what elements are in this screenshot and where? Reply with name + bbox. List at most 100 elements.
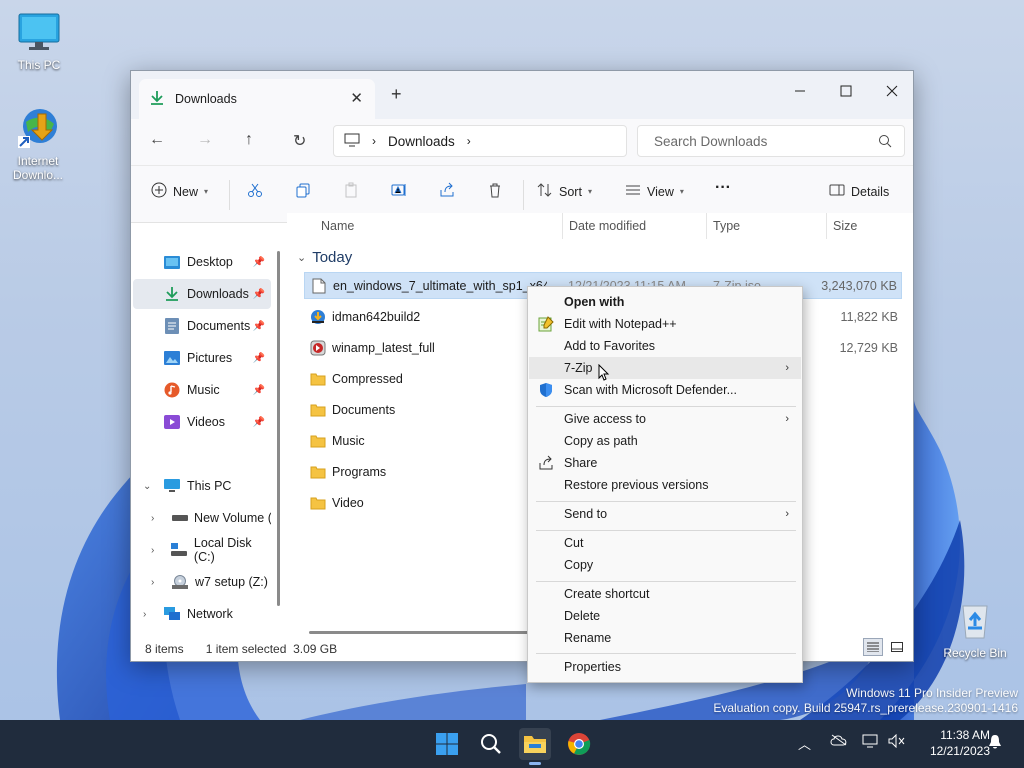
menu-item-properties[interactable]: Properties	[529, 656, 801, 678]
nav-item-w7-setup[interactable]: › w7 setup (Z:)	[133, 567, 271, 597]
chevron-right-icon[interactable]: ›	[151, 577, 154, 588]
chevron-down-icon: ▾	[679, 187, 684, 196]
nav-item-this-pc[interactable]: ⌄ This PC	[133, 471, 271, 501]
menu-item-defender[interactable]: Scan with Microsoft Defender...	[529, 379, 801, 401]
sort-icon	[537, 182, 553, 201]
menu-item-cut[interactable]: Cut	[529, 532, 801, 554]
nav-item-music[interactable]: Music 📌	[133, 375, 271, 405]
forward-arrow-icon[interactable]: →	[197, 131, 213, 149]
nav-scrollbar[interactable]	[277, 251, 280, 606]
sort-button[interactable]: Sort ▾	[537, 182, 592, 201]
maximize-button[interactable]	[823, 77, 869, 105]
download-icon	[163, 286, 181, 302]
nav-label: Downloads	[187, 287, 249, 301]
more-options-button[interactable]: ···	[715, 179, 731, 197]
nav-label: w7 setup (Z:)	[195, 575, 268, 589]
display-icon[interactable]	[862, 734, 878, 751]
nav-item-local-disk[interactable]: › Local Disk (C:)	[133, 535, 271, 565]
tab-downloads[interactable]: Downloads ✕	[139, 79, 375, 119]
breadcrumb-location[interactable]: Downloads	[388, 134, 455, 149]
menu-item-copy[interactable]: Copy	[529, 554, 801, 576]
chevron-right-icon[interactable]: ›	[151, 513, 154, 524]
column-divider	[826, 213, 827, 239]
column-header-size[interactable]: Size	[833, 219, 857, 233]
onedrive-cloud-icon[interactable]	[830, 734, 848, 749]
menu-item-open-with[interactable]: Open with	[529, 291, 801, 313]
desktop-icon-recycle-bin[interactable]: Recycle Bin	[940, 598, 1010, 660]
details-pane-button[interactable]: Details	[829, 182, 889, 201]
trash-icon	[487, 182, 503, 201]
taskbar-chrome[interactable]	[563, 728, 595, 760]
cut-button[interactable]	[247, 182, 263, 201]
clock[interactable]: 11:38 AM 12/21/2023	[930, 727, 990, 759]
nav-item-pictures[interactable]: Pictures 📌	[133, 343, 271, 373]
new-tab-button[interactable]: +	[391, 84, 402, 105]
download-icon	[149, 90, 165, 109]
pin-icon: 📌	[252, 384, 265, 396]
pin-icon: 📌	[252, 352, 265, 364]
refresh-icon[interactable]: ↻	[293, 131, 306, 151]
folder-icon	[310, 435, 326, 447]
view-button[interactable]: View ▾	[625, 182, 684, 201]
chevron-down-icon[interactable]: ⌄	[143, 481, 151, 492]
column-header-name[interactable]: Name	[321, 219, 354, 233]
close-tab-icon[interactable]: ✕	[350, 89, 363, 107]
menu-item-restore-versions[interactable]: Restore previous versions	[529, 474, 801, 496]
tiles-view-icon[interactable]	[887, 638, 907, 656]
menu-item-share[interactable]: Share	[529, 452, 801, 474]
volume-muted-icon[interactable]	[888, 733, 906, 751]
desktop-icon-this-pc[interactable]: This PC	[4, 10, 74, 72]
menu-separator	[536, 530, 796, 531]
column-header-type[interactable]: Type	[713, 219, 740, 233]
menu-label: Open with	[564, 295, 625, 309]
taskbar-file-explorer[interactable]	[519, 728, 551, 765]
breadcrumb[interactable]: › Downloads ›	[333, 125, 627, 157]
details-view-icon[interactable]	[863, 638, 883, 656]
menu-item-create-shortcut[interactable]: Create shortcut	[529, 583, 801, 605]
menu-item-send-to[interactable]: Send to ›	[529, 503, 801, 525]
show-hidden-icons-chevron-up-icon[interactable]: ︿	[798, 734, 811, 753]
pictures-icon	[163, 350, 181, 366]
share-button[interactable]	[439, 182, 455, 201]
new-button[interactable]: New ▾	[151, 182, 208, 201]
up-arrow-icon[interactable]: ↑	[245, 131, 253, 149]
column-header-date[interactable]: Date modified	[569, 219, 646, 233]
menu-item-give-access[interactable]: Give access to ›	[529, 408, 801, 430]
notification-bell-icon[interactable]	[988, 734, 1002, 753]
close-window-button[interactable]	[869, 77, 915, 105]
rename-button[interactable]	[391, 182, 407, 201]
group-header-today[interactable]: ⌄ Today	[297, 249, 352, 266]
menu-label: Create shortcut	[564, 587, 650, 601]
menu-label: Rename	[564, 631, 612, 645]
paste-button[interactable]	[343, 182, 359, 201]
chevron-right-icon[interactable]: ›	[143, 609, 146, 620]
nav-item-desktop[interactable]: Desktop 📌	[133, 247, 271, 277]
start-button[interactable]	[431, 728, 463, 760]
search-button[interactable]	[475, 728, 507, 760]
nav-label: Network	[187, 607, 233, 621]
search-input[interactable]: Search Downloads	[637, 125, 905, 157]
menu-item-7zip[interactable]: 7-Zip ›	[529, 357, 801, 381]
nav-item-network[interactable]: › Network	[133, 599, 271, 629]
clock-time: 11:38 AM	[940, 728, 990, 742]
desktop-icon-idm[interactable]: Internet Downlo...	[3, 106, 73, 182]
nav-item-videos[interactable]: Videos 📌	[133, 407, 271, 437]
menu-item-edit-notepad[interactable]: Edit with Notepad++	[529, 313, 801, 335]
delete-button[interactable]	[487, 182, 503, 201]
nav-label: Videos	[187, 415, 225, 429]
nav-item-documents[interactable]: Documents 📌	[133, 311, 271, 341]
menu-item-delete[interactable]: Delete	[529, 605, 801, 627]
menu-item-rename[interactable]: Rename	[529, 627, 801, 649]
minimize-button[interactable]	[777, 77, 823, 105]
copy-button[interactable]	[295, 182, 311, 201]
folder-icon	[310, 404, 326, 416]
nav-label: Local Disk (C:)	[193, 536, 252, 564]
menu-item-add-favorites[interactable]: Add to Favorites	[529, 335, 801, 357]
menu-separator	[536, 406, 796, 407]
nav-item-new-volume[interactable]: › New Volume (/	[133, 503, 271, 533]
chevron-right-icon[interactable]: ›	[151, 545, 154, 556]
horizontal-scrollbar[interactable]	[309, 631, 539, 634]
back-arrow-icon[interactable]: ←	[149, 131, 165, 149]
nav-item-downloads[interactable]: Downloads 📌	[133, 279, 271, 309]
menu-item-copy-as-path[interactable]: Copy as path	[529, 430, 801, 452]
